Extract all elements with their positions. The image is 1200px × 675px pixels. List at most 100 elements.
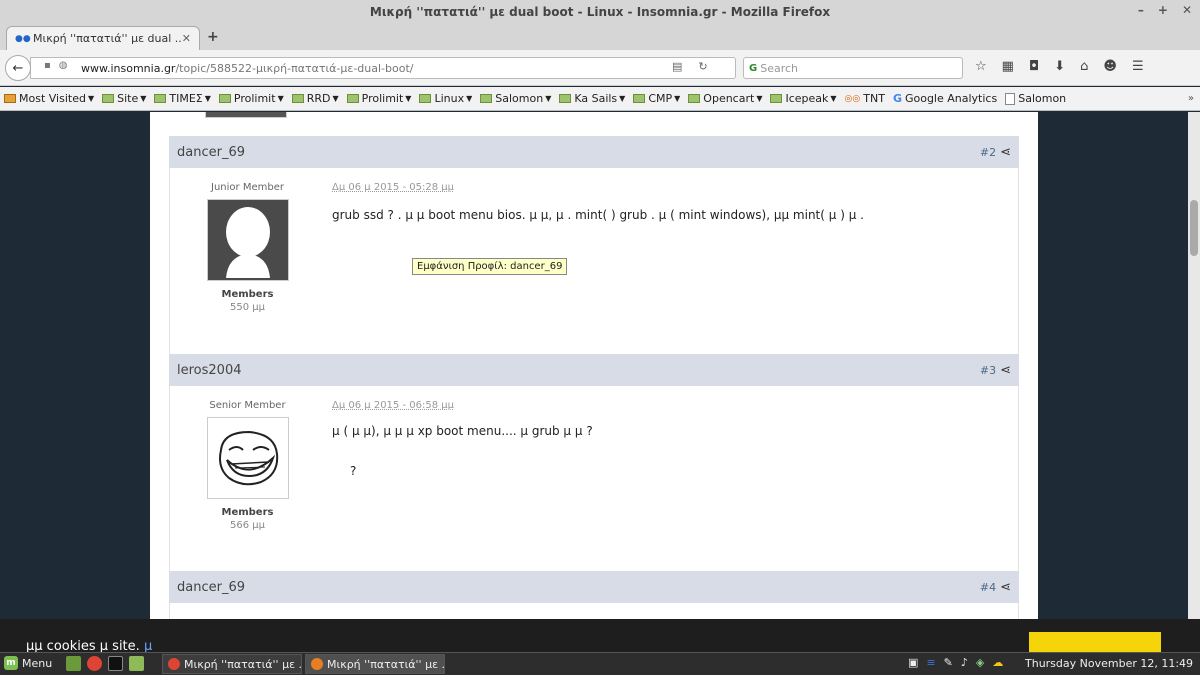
insomnia-favicon-icon: ●● [15, 33, 31, 44]
url-path: /topic/588522-μικρή-πατατιά-με-dual-boot… [175, 61, 414, 75]
post-author[interactable]: dancer_69 [177, 580, 245, 595]
greek-flag-icon[interactable]: ≡ [926, 656, 935, 669]
reading-list-icon[interactable]: ▦ [1002, 59, 1014, 74]
folder-icon [291, 94, 304, 103]
post-date[interactable]: Δμ 06 μ 2015 - 06:58 μμ [332, 400, 454, 411]
search-input[interactable]: Search [760, 62, 798, 75]
avatar[interactable] [206, 199, 289, 281]
bookmark-folder[interactable]: Prolimit ▼ [346, 92, 411, 105]
url-host: www.insomnia.gr [81, 61, 176, 75]
identity-icon[interactable]: ▪ [44, 60, 51, 71]
reload-icon[interactable]: ↻ [698, 60, 707, 73]
folder-icon [154, 94, 167, 103]
chat-icon[interactable]: ☻ [1103, 59, 1117, 74]
dropdown-arrow-icon: ▼ [332, 94, 339, 103]
clipboard-icon[interactable]: ▣ [908, 656, 918, 669]
terminal-icon[interactable] [108, 656, 123, 671]
bookmark-most-visited[interactable]: Most Visited ▼ [4, 92, 94, 105]
pen-icon[interactable]: ✎ [944, 656, 953, 669]
post-number[interactable]: #4 [980, 581, 996, 594]
tab-active[interactable]: ●● Μικρή ''πατατιά'' με dual ... ✕ [6, 26, 200, 50]
web-content: dancer_69 #2 ⋖ Junior Member Members 550… [0, 112, 1188, 652]
bookmark-folder[interactable]: TIMEΣ ▼ [154, 92, 211, 105]
bookmark-folder[interactable]: Opencart ▼ [688, 92, 762, 105]
share-icon[interactable]: ⋖ [1000, 145, 1011, 160]
post-number[interactable]: #2 [980, 146, 996, 159]
search-box[interactable]: G Search [743, 57, 963, 79]
firefox-icon [311, 658, 323, 670]
post-count: 550 μμ [230, 302, 265, 313]
tab-close-icon[interactable]: ✕ [182, 32, 191, 45]
post-date[interactable]: Δμ 06 μ 2015 - 05:28 μμ [332, 182, 454, 193]
bookmark-folder[interactable]: Prolimit ▼ [218, 92, 284, 105]
default-avatar-icon [225, 207, 270, 278]
minimize-icon[interactable]: – [1138, 3, 1144, 17]
window-titlebar: Μικρή ''πατατιά'' με dual boot - Linux -… [0, 0, 1200, 24]
download-icon[interactable]: ⬇ [1054, 59, 1065, 74]
url-bar[interactable]: www.insomnia.gr/topic/588522-μικρή-πατατ… [30, 57, 736, 79]
bookmark-tnt[interactable]: ◎◎ TNT [845, 92, 885, 105]
bookmark-star-icon[interactable]: ☆ [975, 59, 987, 74]
most-visited-icon [4, 94, 16, 103]
bookmark-folder[interactable]: CMP ▼ [633, 92, 680, 105]
bookmark-salomon-page[interactable]: Salomon [1005, 92, 1066, 105]
scrollbar-thumb[interactable] [1190, 200, 1198, 256]
page-scrollbar[interactable] [1188, 112, 1200, 652]
home-icon[interactable]: ⌂ [1080, 59, 1088, 74]
member-rank: Junior Member [211, 182, 284, 193]
show-desktop-icon[interactable] [66, 656, 81, 671]
bookmark-folder[interactable]: RRD ▼ [291, 92, 339, 105]
member-group: Members [221, 507, 274, 518]
post-header: dancer_69 #4 ⋖ [169, 571, 1019, 603]
bookmarks-overflow-icon[interactable]: » [1188, 93, 1194, 104]
new-tab-icon[interactable]: + [207, 29, 219, 45]
taskbar-window-chrome[interactable]: Μικρή ''πατατιά'' με ... [162, 654, 302, 674]
window-controls: – + ✕ [1138, 3, 1192, 17]
start-menu-button[interactable]: m Menu [4, 656, 52, 670]
post-header: dancer_69 #2 ⋖ [169, 136, 1019, 168]
folder-icon [770, 94, 783, 103]
author-info: Junior Member Members 550 μμ [170, 168, 325, 313]
avatar[interactable] [206, 417, 289, 499]
cookie-banner: μμ cookies μ site. μ [0, 619, 1200, 655]
mint-logo-icon: m [4, 656, 18, 670]
bookmark-folder[interactable]: Site ▼ [102, 92, 146, 105]
dropdown-arrow-icon: ▼ [140, 94, 147, 103]
quick-launchers [66, 656, 144, 671]
post-author[interactable]: leros2004 [177, 363, 241, 378]
files-icon[interactable] [129, 656, 144, 671]
tab-label: Μικρή ''πατατιά'' με dual ... [33, 32, 182, 45]
weather-icon[interactable]: ☁ [992, 656, 1003, 669]
taskbar-window-firefox[interactable]: Μικρή ''πατατιά'' με ... [305, 654, 445, 674]
share-icon[interactable]: ⋖ [1000, 363, 1011, 378]
globe-icon: ◍ [58, 60, 68, 71]
post-author[interactable]: dancer_69 [177, 145, 245, 160]
shield-icon[interactable]: ◈ [976, 656, 984, 669]
post-number[interactable]: #3 [980, 364, 996, 377]
back-button[interactable]: ← [5, 55, 31, 81]
toolbar-icons: ☆ ▦ ◘ ⬇ ⌂ ☻ ☰ [975, 59, 1144, 74]
post-header: leros2004 #3 ⋖ [169, 354, 1019, 386]
taskbar: m Menu Μικρή ''πατατιά'' με ... Μικρή ''… [0, 652, 1200, 675]
bookmark-folder[interactable]: Ka Sails ▼ [559, 92, 625, 105]
profile-tooltip: Εμφάνιση Προφίλ: dancer_69 [412, 258, 568, 275]
tab-strip: ●● Μικρή ''πατατιά'' με dual ... ✕ + [0, 24, 1200, 50]
search-engine-icon: G [749, 62, 758, 74]
chrome-icon[interactable] [87, 656, 102, 671]
reader-view-icon[interactable]: ▤ [672, 60, 682, 73]
bookmark-folder[interactable]: Salomon ▼ [480, 92, 551, 105]
share-icon[interactable]: ⋖ [1000, 580, 1011, 595]
pocket-icon[interactable]: ◘ [1029, 59, 1039, 74]
maximize-icon[interactable]: + [1158, 3, 1168, 17]
clock[interactable]: Thursday November 12, 11:49 [1025, 657, 1193, 670]
hamburger-menu-icon[interactable]: ☰ [1132, 59, 1144, 74]
bookmark-folder[interactable]: Icepeak ▼ [770, 92, 837, 105]
bookmark-folder[interactable]: Linux ▼ [419, 92, 472, 105]
dropdown-arrow-icon: ▼ [87, 94, 95, 103]
volume-icon[interactable]: ♪ [961, 656, 968, 669]
folder-icon [480, 94, 493, 103]
close-icon[interactable]: ✕ [1182, 3, 1192, 17]
system-tray: ▣ ≡ ✎ ♪ ◈ ☁ [908, 656, 1003, 669]
bookmark-google-analytics[interactable]: G Google Analytics [893, 92, 997, 105]
window-title: Μικρή ''πατατιά'' με dual boot - Linux -… [369, 5, 831, 19]
